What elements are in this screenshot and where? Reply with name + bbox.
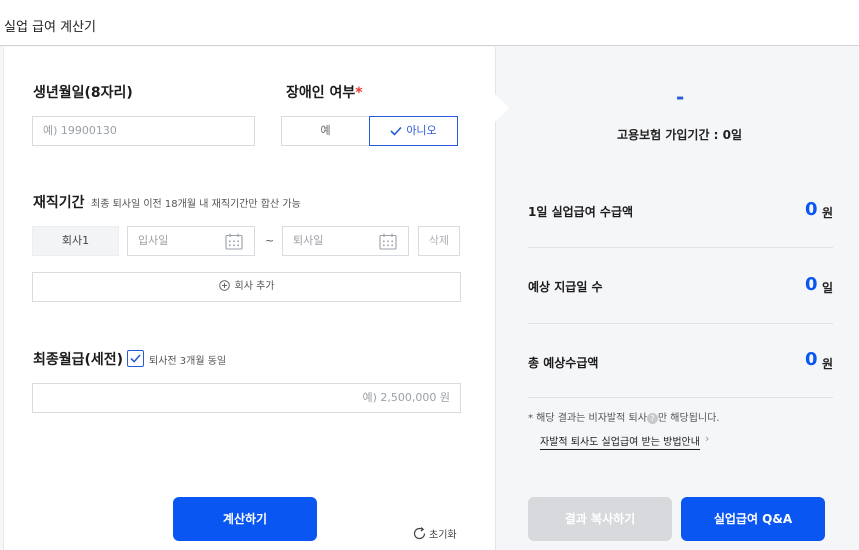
result-divider	[528, 323, 833, 324]
help-icon[interactable]: ?	[646, 413, 658, 424]
birth-label: 생년월일(8자리)	[33, 85, 133, 101]
required-mark: *	[355, 85, 363, 101]
total-benefit-value: 0	[805, 349, 818, 370]
app-header: 실업 급여 계산기	[0, 0, 859, 46]
salary-label: 최종월급(세전)	[33, 352, 124, 368]
notice-text-prefix: * 해당 결과는 비자발적 퇴사	[528, 413, 647, 424]
disability-no-label: 아니오	[406, 124, 437, 137]
total-benefit-unit: 원	[822, 357, 834, 371]
birth-input[interactable]: 예) 19900130	[32, 116, 255, 146]
delete-company-button[interactable]: 삭제	[418, 226, 460, 256]
end-date-placeholder: 퇴사일	[293, 234, 324, 247]
calculate-button[interactable]: 계산하기	[173, 497, 317, 541]
add-company-label: 회사 추가	[234, 281, 275, 292]
result-panel	[495, 47, 859, 550]
panel-pointer	[495, 94, 509, 122]
voluntary-quit-guide-link[interactable]: 자발적 퇴사도 실업급여 받는 방법안내	[540, 433, 700, 450]
insured-period: 고용보험 가입기간 : 0일	[617, 128, 743, 142]
result-summary-value: -	[676, 85, 685, 109]
daily-benefit-label: 1일 실업급여 수급액	[528, 205, 634, 219]
check-icon	[130, 354, 141, 363]
end-date-input[interactable]: 퇴사일	[282, 226, 409, 256]
daily-benefit-unit: 원	[822, 206, 834, 220]
payment-days-unit: 일	[822, 281, 834, 295]
start-date-placeholder: 입사일	[138, 234, 169, 247]
plus-circle-icon	[218, 280, 230, 291]
notice-text-suffix: 만 해당됩니다.	[657, 413, 720, 424]
refresh-icon	[413, 527, 426, 540]
salary-input[interactable]: 예) 2,500,000 원	[32, 383, 461, 413]
payment-days-value: 0	[805, 274, 818, 295]
disability-yes-option[interactable]: 예	[281, 116, 370, 146]
reset-button[interactable]: 초기화	[412, 526, 457, 541]
copy-result-button[interactable]: 결과 복사하기	[528, 497, 672, 541]
employment-label: 재직기간	[33, 195, 85, 211]
disability-label: 장애인 여부*	[286, 85, 363, 101]
check-icon	[390, 126, 402, 136]
date-separator: ~	[265, 234, 275, 247]
result-divider	[528, 397, 833, 398]
same-salary-checkbox[interactable]	[127, 350, 144, 367]
total-benefit-label: 총 예상수급액	[528, 356, 599, 370]
disability-no-option[interactable]: 아니오	[369, 116, 458, 146]
qa-button[interactable]: 실업급여 Q&A	[681, 497, 825, 541]
chevron-right-icon: ›	[705, 432, 710, 445]
payment-days-label: 예상 지급일 수	[528, 280, 603, 294]
daily-benefit-value: 0	[805, 199, 818, 220]
same-salary-label: 퇴사전 3개월 동일	[149, 356, 227, 367]
calendar-icon[interactable]	[379, 233, 397, 250]
result-notice: * 해당 결과는 비자발적 퇴사? 만 해당됩니다.	[528, 409, 719, 424]
company-label: 회사1	[32, 226, 119, 256]
employment-note: 최종 퇴사일 이전 18개월 내 재직기간만 합산 가능	[91, 199, 301, 210]
start-date-input[interactable]: 입사일	[127, 226, 255, 256]
calendar-icon[interactable]	[225, 233, 243, 250]
add-company-button[interactable]: 회사 추가	[32, 272, 461, 302]
result-divider	[528, 247, 833, 248]
reset-label: 초기화	[429, 530, 457, 541]
page-title: 실업 급여 계산기	[4, 20, 96, 35]
